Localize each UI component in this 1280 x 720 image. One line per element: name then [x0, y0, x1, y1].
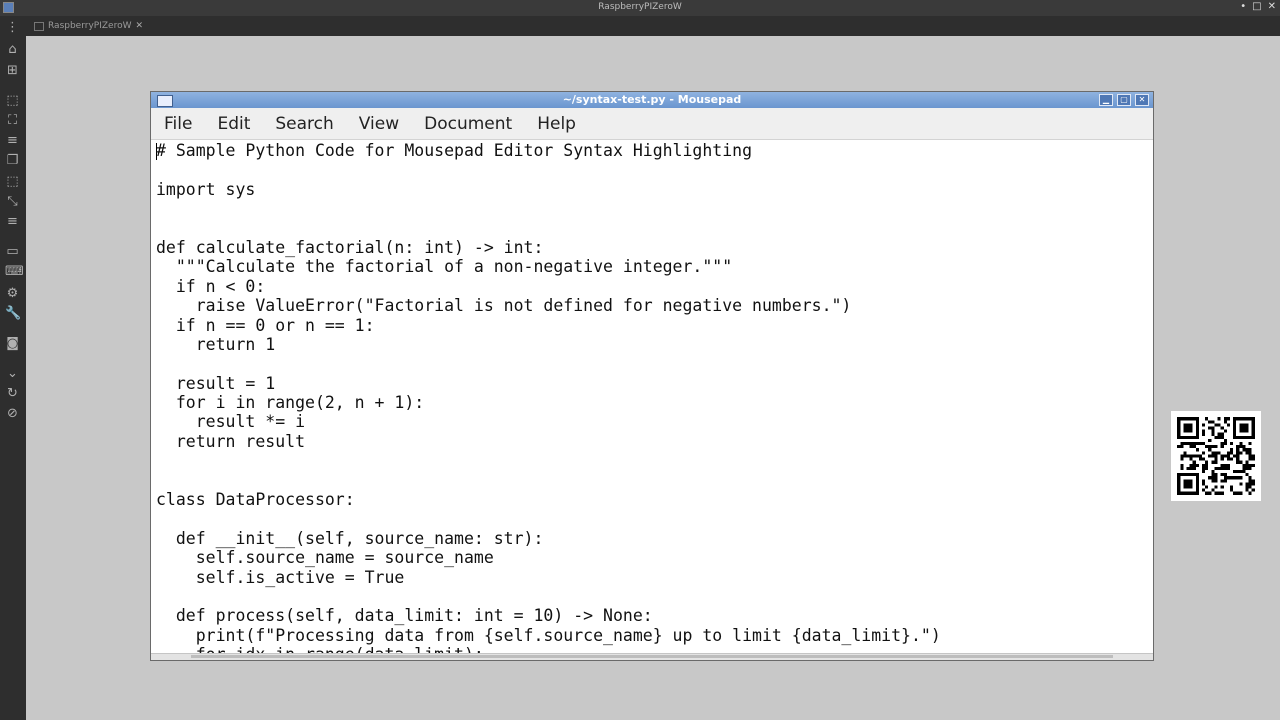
disconnect-icon[interactable]: ⊘ [5, 406, 20, 421]
camera-icon[interactable]: ◙ [5, 336, 20, 351]
wrench-icon[interactable]: 🔧 [5, 306, 21, 321]
home-icon[interactable]: ⌂ [5, 42, 20, 57]
minimize-button[interactable]: ▁ [1099, 94, 1113, 106]
host-tab-label: RaspberryPIZeroW [48, 21, 132, 31]
mousepad-window: ~/syntax-test.py - Mousepad ▁ ▢ ✕ File E… [150, 91, 1154, 661]
menu-view[interactable]: View [359, 114, 399, 134]
code-line[interactable] [156, 160, 941, 179]
menu-document[interactable]: Document [424, 114, 512, 134]
menu-search[interactable]: Search [275, 114, 333, 134]
maximize-icon[interactable]: □ [1252, 1, 1261, 12]
lines-icon[interactable]: ≡ [5, 214, 20, 229]
menu-dots-icon[interactable]: ⋮ [5, 20, 20, 35]
code-line[interactable]: """Calculate the factorial of a non-nega… [156, 257, 941, 276]
code-line[interactable]: if n == 0 or n == 1: [156, 316, 941, 335]
code-line[interactable] [156, 451, 941, 470]
scrollbar-thumb[interactable] [191, 655, 1113, 658]
code-line[interactable]: self.source_name = source_name [156, 548, 941, 567]
code-content[interactable]: # Sample Python Code for Mousepad Editor… [156, 141, 941, 655]
tab-close-icon[interactable]: ✕ [135, 21, 143, 31]
code-line[interactable]: print(f"Processing data from {self.sourc… [156, 626, 941, 645]
code-line[interactable] [156, 509, 941, 528]
code-line[interactable]: self.is_active = True [156, 568, 941, 587]
code-line[interactable]: return result [156, 432, 941, 451]
list-icon[interactable]: ≡ [5, 133, 20, 148]
copy-icon[interactable]: ❐ [5, 153, 20, 168]
keyboard-icon[interactable]: ⌨ [5, 264, 24, 279]
scale-icon[interactable]: ⬚ [5, 174, 20, 189]
code-line[interactable]: def __init__(self, source_name: str): [156, 529, 941, 548]
mousepad-window-title: ~/syntax-test.py - Mousepad [562, 93, 742, 106]
maximize-button[interactable]: ▢ [1117, 94, 1131, 106]
host-window-title: RaspberryPIZeroW [598, 2, 682, 12]
fit-screen-icon[interactable]: ⬚ [5, 93, 20, 108]
host-titlebar: RaspberryPIZeroW • □ ✕ [0, 0, 1280, 16]
code-line[interactable]: def calculate_factorial(n: int) -> int: [156, 238, 941, 257]
text-editor-area[interactable]: # Sample Python Code for Mousepad Editor… [151, 141, 1153, 655]
code-line[interactable]: def process(self, data_limit: int = 10) … [156, 606, 941, 625]
qr-code [1171, 411, 1261, 501]
resize-icon[interactable]: ⤡ [5, 194, 20, 209]
gear-icon[interactable]: ⚙ [5, 286, 20, 301]
code-line[interactable] [156, 471, 941, 490]
menu-edit[interactable]: Edit [217, 114, 250, 134]
horizontal-scrollbar[interactable] [151, 653, 1153, 660]
mousepad-window-controls: ▁ ▢ ✕ [1099, 94, 1149, 106]
host-tabbar: RaspberryPIZeroW ✕ [26, 16, 1280, 36]
code-line[interactable] [156, 587, 941, 606]
code-line[interactable]: raise ValueError("Factorial is not defin… [156, 296, 941, 315]
code-line[interactable]: import sys [156, 180, 941, 199]
fullscreen-icon[interactable]: ⛶ [5, 113, 20, 128]
close-button[interactable]: ✕ [1135, 94, 1149, 106]
code-line[interactable] [156, 199, 941, 218]
menu-help[interactable]: Help [537, 114, 576, 134]
menu-file[interactable]: File [164, 114, 192, 134]
code-line[interactable]: result = 1 [156, 374, 941, 393]
host-sidebar: ⋮ ⌂ ⊞ ⬚ ⛶ ≡ ❐ ⬚ ⤡ ≡ ▭ ⌨ ⚙ 🔧 ◙ ⌄ ↻ ⊘ [0, 16, 26, 720]
code-line[interactable]: if n < 0: [156, 277, 941, 296]
code-line[interactable]: return 1 [156, 335, 941, 354]
code-line[interactable] [156, 354, 941, 373]
monitor-icon[interactable]: ▭ [5, 244, 20, 259]
host-tab[interactable]: RaspberryPIZeroW ✕ [34, 18, 143, 34]
mousepad-titlebar[interactable]: ~/syntax-test.py - Mousepad ▁ ▢ ✕ [151, 92, 1153, 108]
close-icon[interactable]: ✕ [1268, 1, 1276, 12]
host-window-controls: • □ ✕ [1240, 1, 1276, 12]
minimize-icon[interactable]: • [1240, 1, 1246, 12]
code-line[interactable] [156, 219, 941, 238]
menubar: File Edit Search View Document Help [151, 108, 1153, 140]
code-line[interactable]: result *= i [156, 412, 941, 431]
code-line[interactable]: for i in range(2, n + 1): [156, 393, 941, 412]
code-line[interactable]: # Sample Python Code for Mousepad Editor… [156, 141, 941, 160]
code-line[interactable]: class DataProcessor: [156, 490, 941, 509]
refresh-icon[interactable]: ↻ [5, 386, 20, 401]
chevron-down-icon[interactable]: ⌄ [5, 366, 20, 381]
add-tab-icon[interactable]: ⊞ [5, 63, 20, 78]
tab-icon [34, 21, 44, 31]
